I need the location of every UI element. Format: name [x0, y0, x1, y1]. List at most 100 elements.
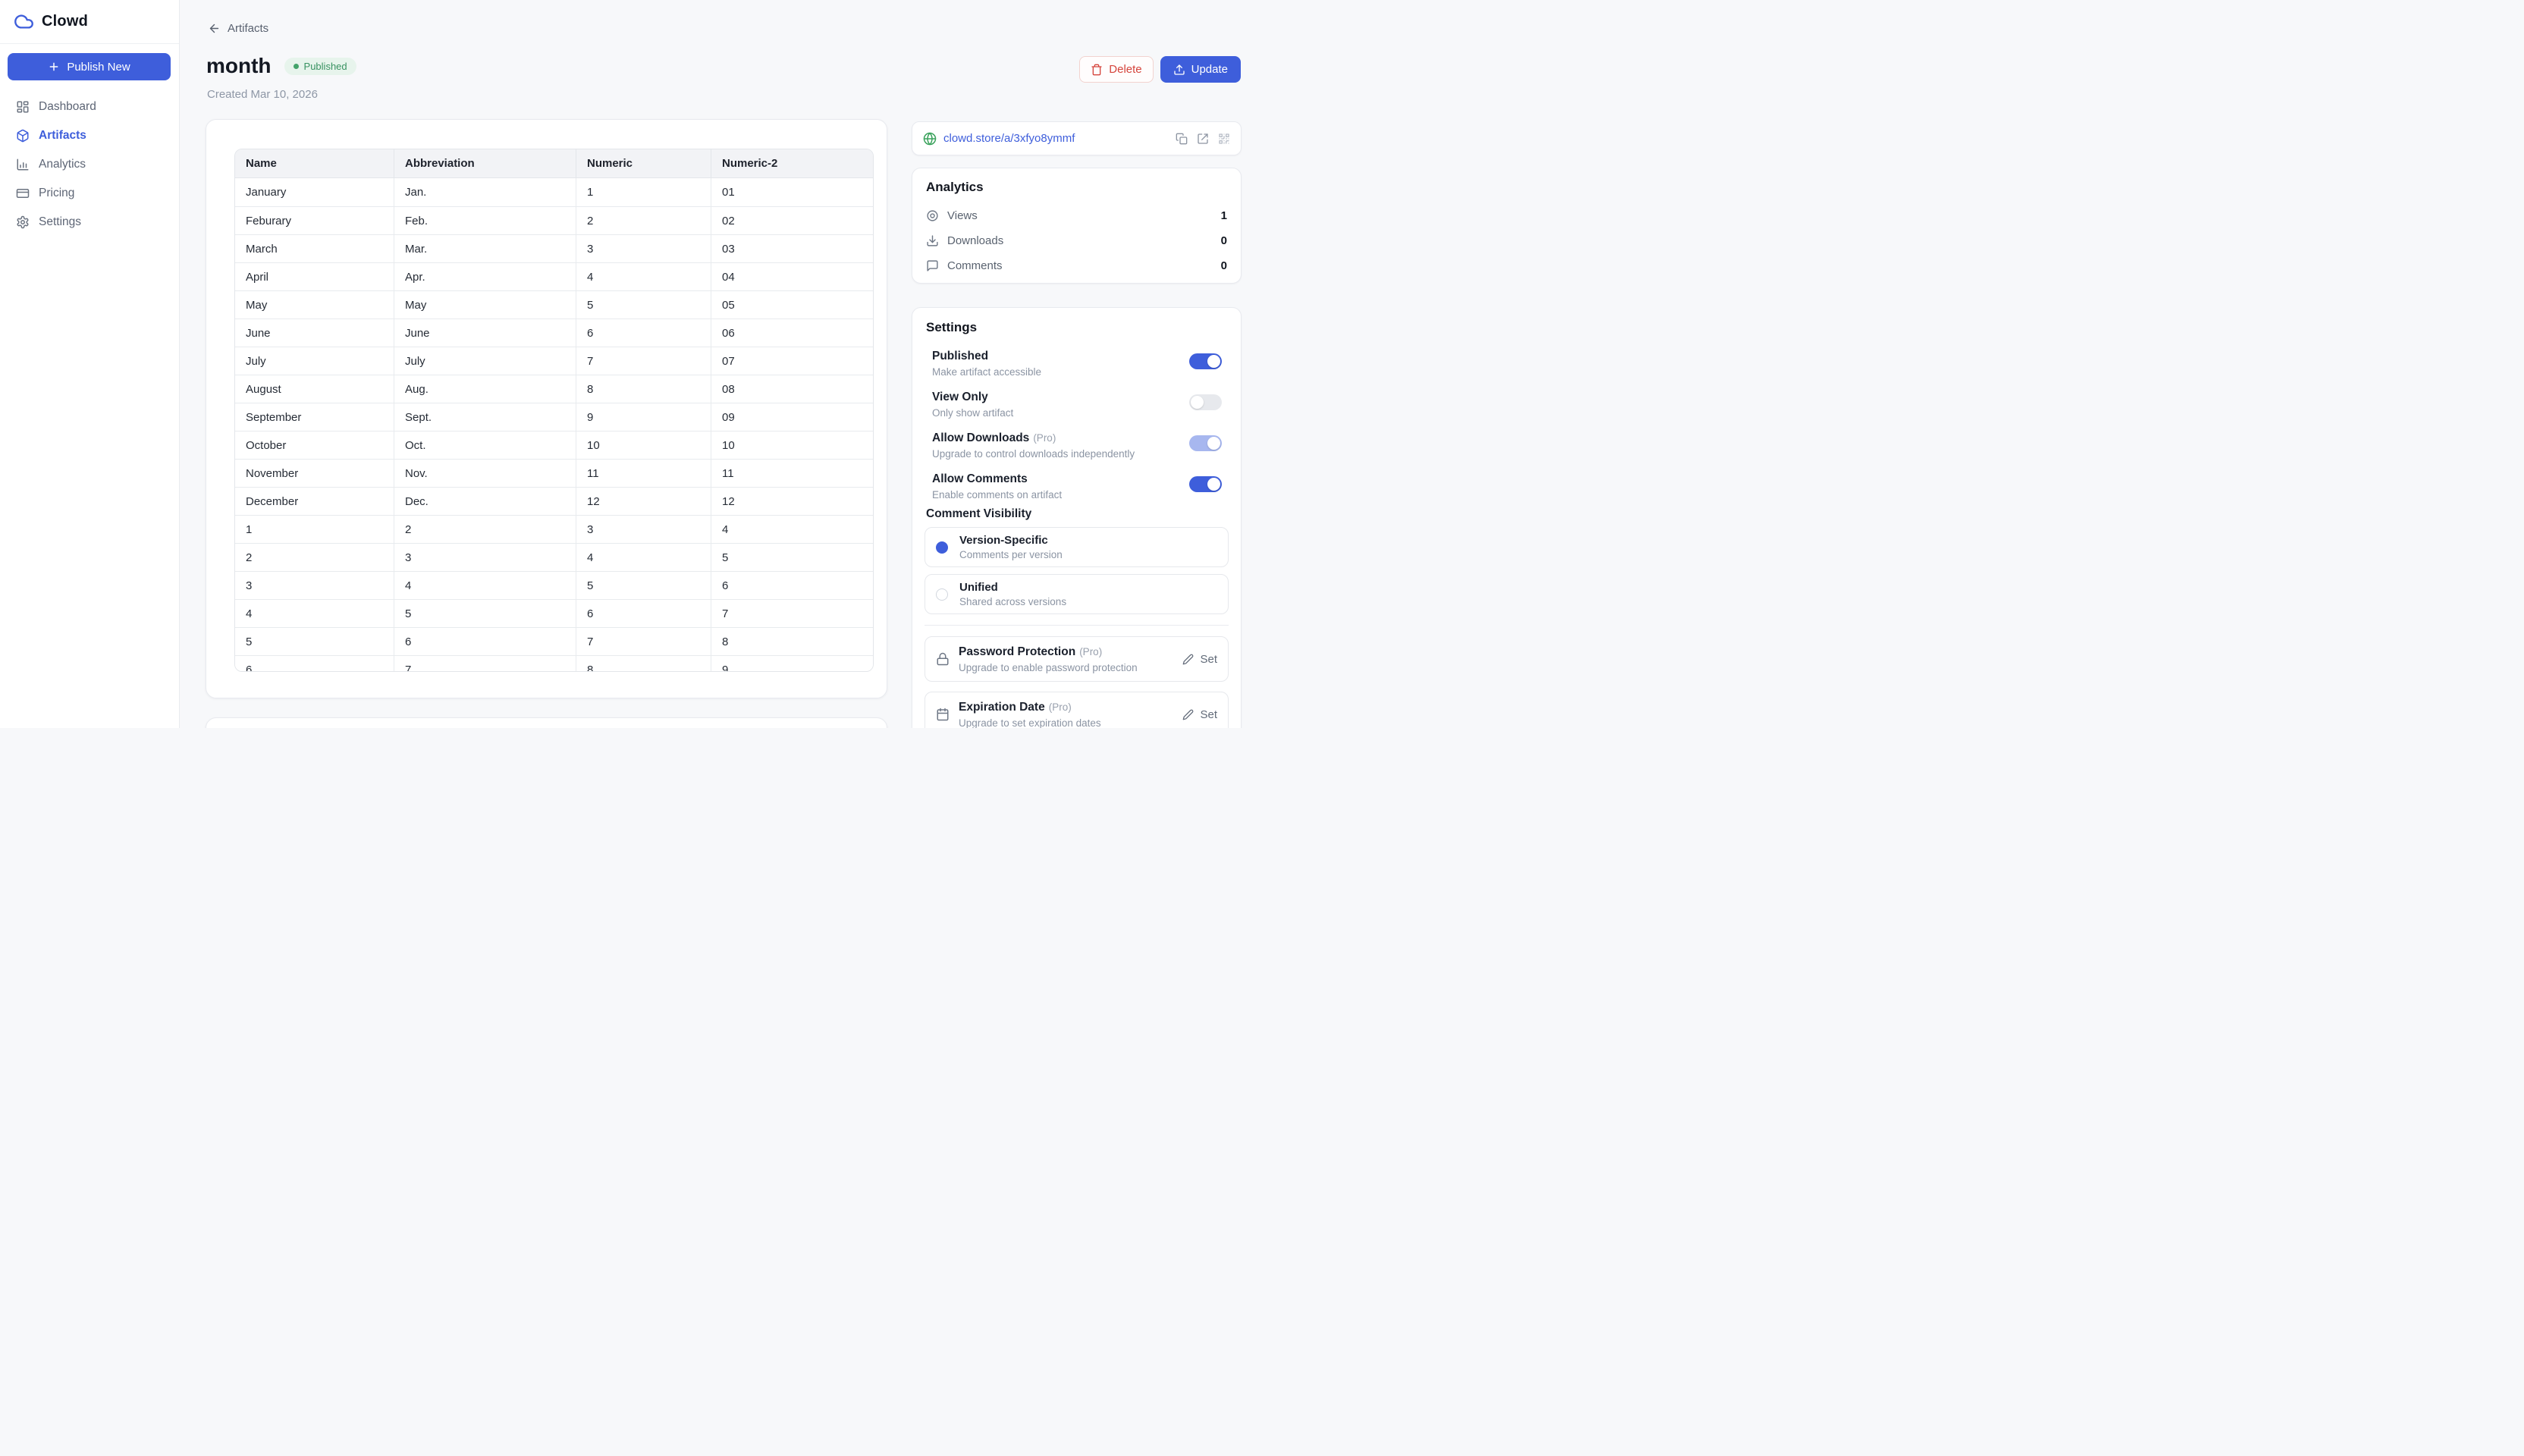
sidebar-item-artifacts[interactable]: Artifacts — [0, 121, 179, 150]
breadcrumb[interactable]: Artifacts — [208, 22, 268, 35]
settings-card: Settings PublishedMake artifact accessib… — [912, 307, 1242, 728]
sidebar-item-dashboard[interactable]: Dashboard — [0, 93, 179, 121]
artifact-preview-card: NameAbbreviationNumericNumeric-2 January… — [206, 119, 887, 698]
radio-icon[interactable] — [936, 588, 948, 601]
table-row: FeburaryFeb.202 — [235, 206, 873, 234]
table-cell: 7 — [576, 627, 711, 655]
pro-texts: Password Protection(Pro)Upgrade to enabl… — [959, 645, 1138, 674]
pro-feature-rows: Password Protection(Pro)Upgrade to enabl… — [925, 636, 1229, 728]
delete-button[interactable]: Delete — [1079, 56, 1153, 83]
comment-visibility-option-version-specific[interactable]: Version-SpecificComments per version — [925, 527, 1229, 567]
update-button[interactable]: Update — [1160, 56, 1241, 83]
setting-row-published: PublishedMake artifact accessible — [925, 349, 1229, 378]
toggle-knob — [1207, 437, 1220, 450]
setting-texts: Allow CommentsEnable comments on artifac… — [932, 472, 1062, 501]
credit-card-icon — [16, 187, 30, 200]
table-row: JuneJune606 — [235, 318, 873, 347]
globe-icon — [923, 132, 937, 146]
data-table-viewport[interactable]: NameAbbreviationNumericNumeric-2 January… — [234, 149, 874, 672]
table-cell: 02 — [711, 206, 873, 234]
toggle-knob — [1207, 355, 1220, 368]
setting-row-allow-comments: Allow CommentsEnable comments on artifac… — [925, 472, 1229, 501]
publish-new-button[interactable]: Publish New — [8, 53, 171, 80]
column-header-numeric: Numeric — [576, 149, 711, 178]
pro-tag: (Pro) — [1079, 646, 1102, 657]
setting-label: Allow Comments — [932, 472, 1062, 487]
analytics-value: 0 — [1221, 259, 1227, 272]
toggle-allow-comments[interactable] — [1189, 476, 1222, 492]
table-cell: 8 — [576, 655, 711, 672]
status-badge-label: Published — [304, 61, 347, 72]
table-cell: Mar. — [394, 234, 576, 262]
toggle-view-only[interactable] — [1189, 394, 1222, 410]
next-section-card — [206, 717, 887, 728]
table-cell: 11 — [711, 459, 873, 487]
dashboard-icon — [16, 100, 30, 114]
sidebar-item-analytics[interactable]: Analytics — [0, 150, 179, 179]
toggle-published[interactable] — [1189, 353, 1222, 369]
status-dot-icon — [294, 64, 299, 69]
table-cell: 7 — [711, 599, 873, 627]
setting-label: Allow Downloads(Pro) — [932, 431, 1135, 446]
table-row: MarchMar.303 — [235, 234, 873, 262]
sidebar-item-label: Pricing — [39, 187, 74, 200]
analytics-value: 0 — [1221, 234, 1227, 247]
update-label: Update — [1191, 63, 1228, 76]
table-row: JanuaryJan.101 — [235, 178, 873, 206]
set-label: Set — [1200, 708, 1217, 721]
option-description: Shared across versions — [959, 596, 1066, 607]
toggle-knob — [1191, 396, 1204, 409]
header-actions: Delete Update — [1079, 56, 1241, 83]
column-header-abbreviation: Abbreviation — [394, 149, 576, 178]
sidebar-item-label: Analytics — [39, 158, 86, 171]
analytics-title: Analytics — [926, 180, 1227, 195]
sidebar-item-settings[interactable]: Settings — [0, 208, 179, 237]
analytics-row-comments: Comments0 — [926, 256, 1227, 275]
share-url-card: clowd.store/a/3xfyo8ymmf — [912, 121, 1242, 155]
breadcrumb-label: Artifacts — [228, 22, 268, 35]
table-row: NovemberNov.1111 — [235, 459, 873, 487]
setting-description: Upgrade to control downloads independent… — [932, 448, 1135, 460]
table-cell: 7 — [394, 655, 576, 672]
table-cell: May — [235, 290, 394, 318]
sidebar-item-pricing[interactable]: Pricing — [0, 179, 179, 208]
comment-visibility-option-unified[interactable]: UnifiedShared across versions — [925, 574, 1229, 614]
table-cell: 6 — [576, 318, 711, 347]
password-protection-row: Password Protection(Pro)Upgrade to enabl… — [925, 636, 1229, 682]
set-expiration-date-button[interactable]: Set — [1182, 708, 1217, 721]
analytics-card: Analytics Views1Downloads0Comments0 — [912, 168, 1242, 284]
toggle-allow-downloads[interactable] — [1189, 435, 1222, 451]
table-cell: 8 — [576, 375, 711, 403]
table-cell: 07 — [711, 347, 873, 375]
table-cell: 11 — [576, 459, 711, 487]
setting-texts: PublishedMake artifact accessible — [932, 349, 1041, 378]
table-row: DecemberDec.1212 — [235, 487, 873, 515]
radio-icon[interactable] — [936, 541, 948, 554]
share-url-actions — [1176, 133, 1230, 145]
table-cell: 03 — [711, 234, 873, 262]
table-cell: May — [394, 290, 576, 318]
table-row: AugustAug.808 — [235, 375, 873, 403]
qr-code-icon[interactable] — [1218, 133, 1230, 145]
table-cell: 3 — [576, 515, 711, 543]
publish-new-label: Publish New — [67, 61, 130, 74]
sidebar: Clowd Publish New DashboardArtifactsAnal… — [0, 0, 180, 728]
copy-icon[interactable] — [1176, 133, 1188, 145]
table-cell: 5 — [235, 627, 394, 655]
calendar-icon — [936, 708, 950, 721]
arrow-left-icon — [208, 22, 221, 35]
table-cell: 1 — [576, 178, 711, 206]
option-label: Version-Specific — [959, 534, 1063, 548]
table-cell: 5 — [576, 290, 711, 318]
views-icon — [926, 209, 939, 222]
external-link-icon[interactable] — [1197, 133, 1209, 145]
table-cell: July — [235, 347, 394, 375]
settings-divider — [925, 625, 1229, 626]
table-cell: Feb. — [394, 206, 576, 234]
table-cell: March — [235, 234, 394, 262]
share-url-link[interactable]: clowd.store/a/3xfyo8ymmf — [943, 132, 1075, 145]
table-row: AprilApr.404 — [235, 262, 873, 290]
pro-label: Expiration Date(Pro) — [959, 700, 1101, 715]
table-cell: January — [235, 178, 394, 206]
set-password-protection-button[interactable]: Set — [1182, 653, 1217, 666]
